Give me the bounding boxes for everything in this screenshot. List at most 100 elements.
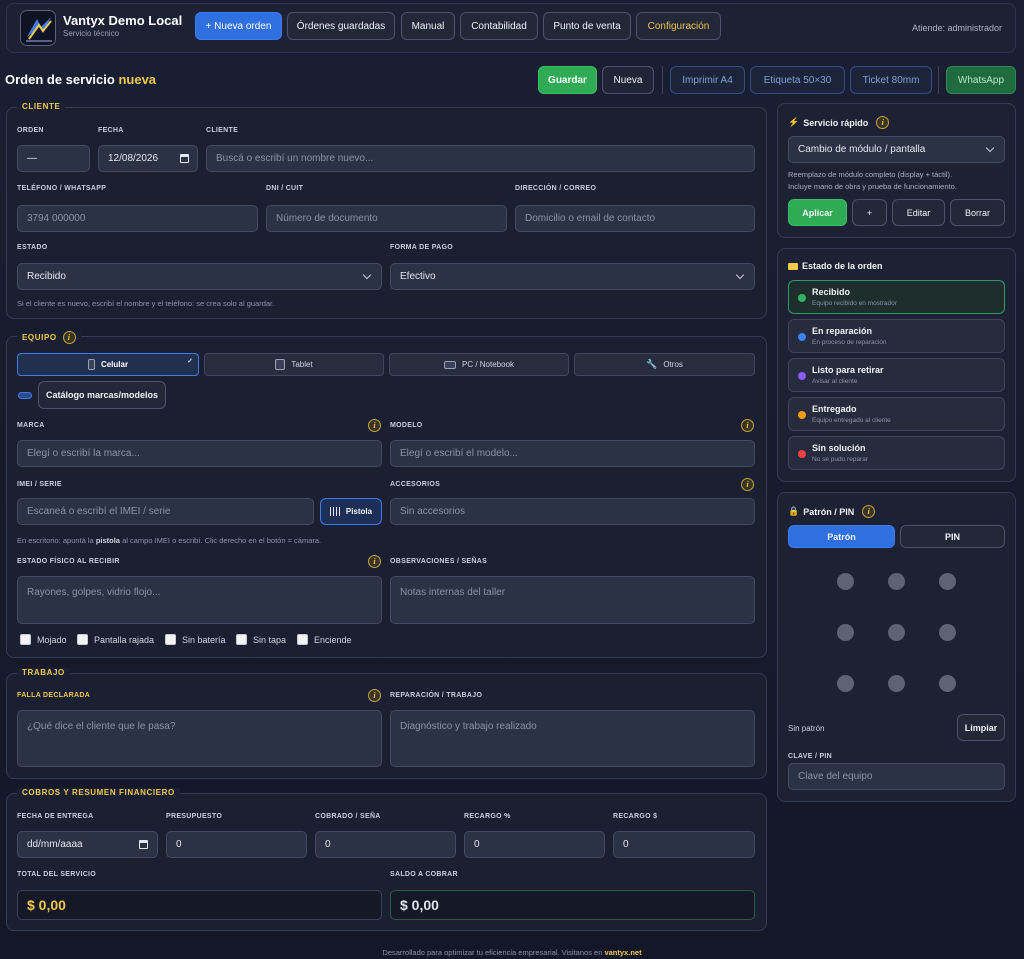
- saldo-value: $ 0,00: [390, 890, 755, 920]
- imei-hint: En escritorio: apuntá la pistola al camp…: [17, 536, 322, 545]
- config-button[interactable]: Configuración: [636, 12, 721, 40]
- clave-input[interactable]: Clave del equipo: [788, 763, 1005, 790]
- saldo-label: SALDO A COBRAR: [390, 871, 458, 878]
- state-option[interactable]: Sin solución No se pudo reparar: [788, 436, 1005, 470]
- checkbox[interactable]: [20, 634, 31, 645]
- pattern-dot[interactable]: [939, 675, 956, 692]
- new-order-button[interactable]: + Nueva orden: [195, 12, 282, 40]
- pattern-dot[interactable]: [837, 573, 854, 590]
- edit-button[interactable]: Editar: [892, 199, 945, 226]
- entrega-date-input[interactable]: dd/mm/aaaa: [17, 831, 158, 858]
- accesorios-input[interactable]: Sin accesorios: [390, 498, 755, 525]
- observaciones-textarea[interactable]: Notas internas del taller: [390, 576, 755, 624]
- catalog-button[interactable]: Catálogo marcas/modelos: [38, 381, 166, 409]
- pattern-dot[interactable]: [837, 624, 854, 641]
- reparacion-textarea[interactable]: Diagnóstico y trabajo realizado: [390, 710, 755, 767]
- check-sin-tapa[interactable]: Sin tapa: [236, 634, 286, 645]
- servicio-rapido-select[interactable]: Cambio de módulo / pantalla: [788, 136, 1005, 163]
- brand-logo: [20, 10, 56, 46]
- tab-pin[interactable]: PIN: [900, 525, 1005, 548]
- section-title: COBROS Y RESUMEN FINANCIERO: [17, 788, 180, 797]
- pago-select[interactable]: Efectivo: [390, 263, 755, 290]
- checkbox[interactable]: [297, 634, 308, 645]
- pattern-dot[interactable]: [837, 675, 854, 692]
- dni-input[interactable]: Número de documento: [266, 205, 507, 232]
- pos-button[interactable]: Punto de venta: [543, 12, 631, 40]
- tab-tablet[interactable]: Tablet: [204, 353, 384, 376]
- pattern-dot[interactable]: [939, 624, 956, 641]
- cliente-search-input[interactable]: Buscá o escribí un nombre nuevo...: [206, 145, 755, 172]
- info-icon[interactable]: i: [741, 419, 754, 432]
- check-pantalla-rajada[interactable]: Pantalla rajada: [77, 634, 154, 645]
- label-button[interactable]: Etiqueta 50×30: [750, 66, 845, 94]
- add-button[interactable]: +: [852, 199, 887, 226]
- dni-label: DNI / CUIT: [266, 185, 304, 192]
- tab-celular[interactable]: Celular ✓: [17, 353, 199, 376]
- pattern-dot[interactable]: [939, 573, 956, 590]
- info-icon[interactable]: i: [368, 689, 381, 702]
- presupuesto-input[interactable]: 0: [166, 831, 307, 858]
- telefono-input[interactable]: 3794 000000: [17, 205, 258, 232]
- info-icon[interactable]: i: [862, 505, 876, 518]
- section-title: CLIENTE: [17, 102, 66, 111]
- footer-link[interactable]: vantyx.net: [604, 948, 641, 957]
- tab-otros[interactable]: 🔧 Otros: [574, 353, 755, 376]
- calendar-icon[interactable]: [180, 154, 189, 163]
- state-option[interactable]: En reparación En proceso de reparación: [788, 319, 1005, 353]
- tab-pc-notebook[interactable]: PC / Notebook: [389, 353, 569, 376]
- estado-fisico-textarea[interactable]: Rayones, golpes, vidrio flojo...: [17, 576, 382, 624]
- delete-button[interactable]: Borrar: [950, 199, 1005, 226]
- total-label: TOTAL DEL SERVICIO: [17, 871, 97, 878]
- info-icon[interactable]: i: [62, 331, 76, 344]
- reparacion-label: REPARACIÓN / TRABAJO: [390, 692, 483, 699]
- cobrado-input[interactable]: 0: [315, 831, 456, 858]
- check-mojado[interactable]: Mojado: [20, 634, 67, 645]
- calendar-icon[interactable]: [139, 840, 148, 849]
- pattern-dot[interactable]: [888, 675, 905, 692]
- whatsapp-button[interactable]: WhatsApp: [946, 66, 1016, 94]
- apply-button[interactable]: Aplicar: [788, 199, 847, 226]
- clear-pattern-button[interactable]: Limpiar: [957, 714, 1005, 741]
- modelo-input[interactable]: Elegí o escribí el modelo...: [390, 440, 755, 467]
- recargo-pct-input[interactable]: 0: [464, 831, 605, 858]
- state-option[interactable]: Recibido Equipo recibido en mostrador: [788, 280, 1005, 314]
- imei-input[interactable]: Escaneá o escribí el IMEI / serie: [17, 498, 314, 525]
- pattern-dot[interactable]: [888, 573, 905, 590]
- accounting-button[interactable]: Contabilidad: [460, 12, 538, 40]
- info-icon[interactable]: i: [368, 555, 381, 568]
- saved-orders-button[interactable]: Órdenes guardadas: [287, 12, 395, 40]
- state-option[interactable]: Listo para retirar Avisar al cliente: [788, 358, 1005, 392]
- fecha-field[interactable]: 12/08/2026: [98, 145, 198, 172]
- print-a4-button[interactable]: Imprimir A4: [670, 66, 745, 94]
- brand-name: Vantyx Demo Local: [63, 13, 183, 28]
- marca-input[interactable]: Elegí o escribí la marca...: [17, 440, 382, 467]
- check-enciende[interactable]: Enciende: [297, 634, 352, 645]
- new-button[interactable]: Nueva: [602, 66, 654, 94]
- checkbox[interactable]: [236, 634, 247, 645]
- manual-button[interactable]: Manual: [401, 12, 455, 40]
- total-value: $ 0,00: [17, 890, 382, 920]
- info-icon[interactable]: i: [368, 419, 381, 432]
- direccion-input[interactable]: Domicilio o email de contacto: [515, 205, 755, 232]
- check-icon: ✓: [187, 358, 193, 365]
- checkbox[interactable]: [77, 634, 88, 645]
- info-icon[interactable]: i: [741, 478, 754, 491]
- tab-patron[interactable]: Patrón: [788, 525, 895, 548]
- state-option[interactable]: Entregado Equipo entregado al cliente: [788, 397, 1005, 431]
- panel-title: 🔒 Patrón / PIN i: [788, 505, 876, 518]
- pattern-dot[interactable]: [888, 624, 905, 641]
- estado-select[interactable]: Recibido: [17, 263, 382, 290]
- ticket-button[interactable]: Ticket 80mm: [850, 66, 932, 94]
- checkbox[interactable]: [165, 634, 176, 645]
- check-sin-bateria[interactable]: Sin batería: [165, 634, 226, 645]
- toggle-switch[interactable]: [18, 392, 32, 399]
- recargo-abs-input[interactable]: 0: [613, 831, 755, 858]
- orden-field[interactable]: —: [17, 145, 90, 172]
- save-button[interactable]: Guardar: [538, 66, 597, 94]
- state-subtitle: Equipo recibido en mostrador: [812, 300, 897, 307]
- pistola-button[interactable]: Pistola: [320, 498, 382, 525]
- falla-textarea[interactable]: ¿Qué dice el cliente que le pasa?: [17, 710, 382, 767]
- presupuesto-label: PRESUPUESTO: [166, 813, 223, 820]
- patron-panel: 🔒 Patrón / PIN i Patrón PIN Sin patrón Lim…: [777, 492, 1016, 802]
- info-icon[interactable]: i: [876, 116, 890, 129]
